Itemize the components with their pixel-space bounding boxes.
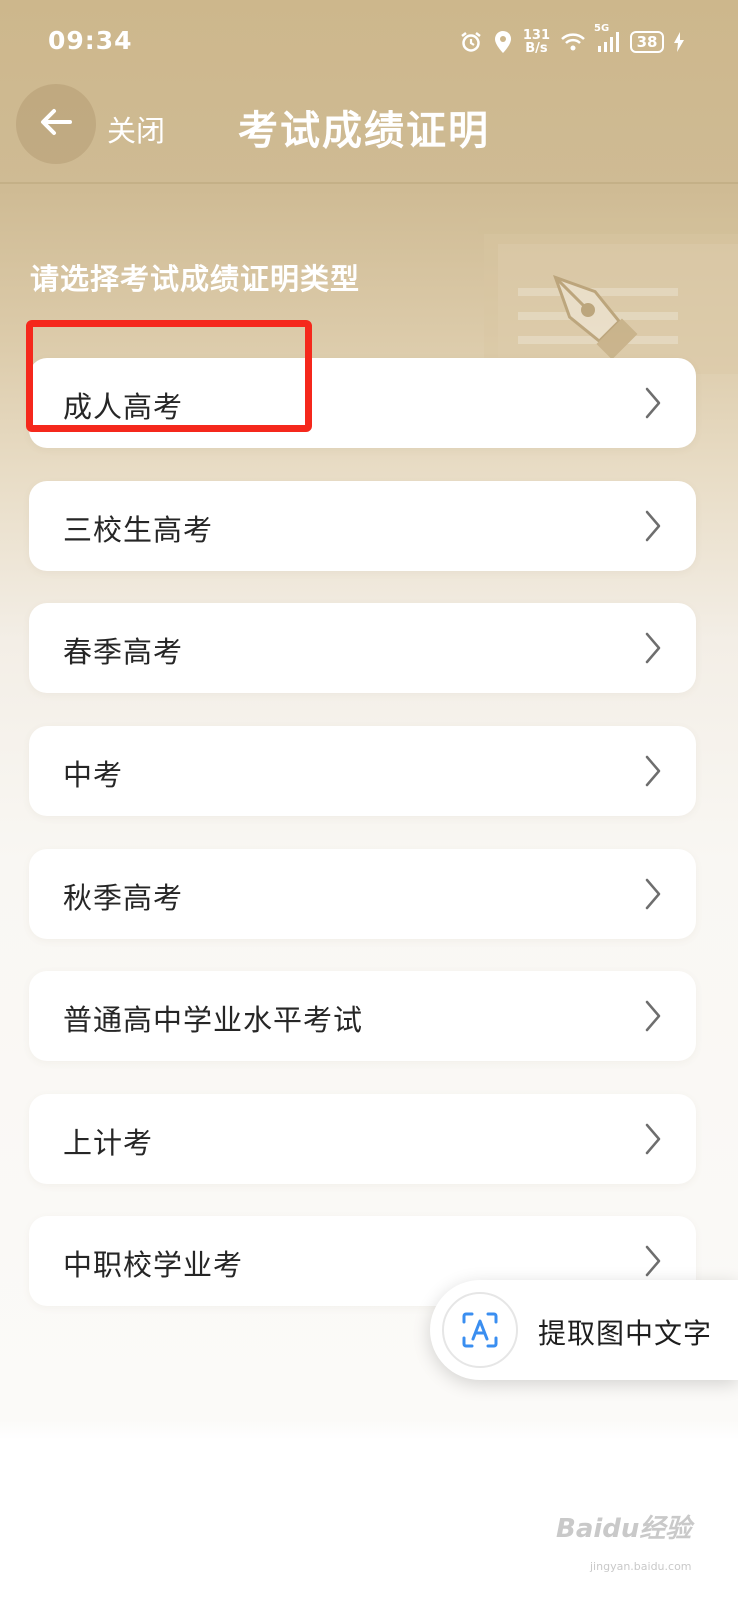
highlight-annotation-box [26, 320, 312, 432]
extract-text-button[interactable]: 提取图中文字 [430, 1280, 738, 1380]
certificate-pen-illustration [470, 210, 738, 380]
text-recognition-icon [442, 1292, 518, 1368]
option-label: 三校生高考 [63, 513, 214, 547]
alarm-icon [459, 30, 483, 54]
status-bar: 09:34 131 B/s 5G 38 [0, 0, 738, 84]
option-label: 秋季高考 [63, 881, 184, 915]
chevron-right-icon [645, 510, 661, 542]
battery-indicator: 38 [630, 31, 664, 53]
option-three-school-exam[interactable]: 三校生高考 [29, 481, 696, 571]
option-high-school-entrance-exam[interactable]: 中考 [29, 726, 696, 816]
close-button[interactable]: 关闭 [107, 108, 165, 150]
option-academic-proficiency-test[interactable]: 普通高中学业水平考试 [29, 971, 696, 1061]
page-title: 考试成绩证明 [238, 108, 490, 154]
back-button[interactable] [16, 84, 96, 164]
chevron-right-icon [645, 387, 661, 419]
cellular-signal-icon: 5G [594, 23, 620, 53]
chevron-right-icon [645, 1245, 661, 1277]
extract-text-label: 提取图中文字 [538, 1317, 713, 1350]
option-autumn-college-exam[interactable]: 秋季高考 [29, 849, 696, 939]
network-speed: 131 B/s [523, 29, 550, 55]
arrow-left-icon [36, 102, 76, 146]
baidu-watermark: Baidu经验 [556, 1514, 692, 1544]
option-label: 中职校学业考 [63, 1248, 244, 1282]
wifi-icon [560, 32, 586, 52]
chevron-right-icon [645, 755, 661, 787]
option-label: 春季高考 [63, 635, 184, 669]
option-label: 普通高中学业水平考试 [63, 1003, 364, 1037]
app-header: 关闭 考试成绩证明 [0, 84, 738, 184]
network-speed-unit: B/s [525, 41, 548, 56]
option-computer-exam[interactable]: 上计考 [29, 1094, 696, 1184]
option-label: 中考 [63, 758, 124, 792]
signal-label: 5G [594, 23, 610, 34]
status-time: 09:34 [48, 26, 133, 55]
charging-icon [674, 32, 684, 52]
selection-prompt: 请选择考试成绩证明类型 [30, 262, 361, 296]
header-divider [0, 182, 738, 184]
option-spring-college-exam[interactable]: 春季高考 [29, 603, 696, 693]
chevron-right-icon [645, 1123, 661, 1155]
baidu-watermark-url: jingyan.baidu.com [590, 1560, 692, 1573]
chevron-right-icon [645, 632, 661, 664]
chevron-right-icon [645, 878, 661, 910]
chevron-right-icon [645, 1000, 661, 1032]
status-icons: 131 B/s 5G 38 [459, 23, 684, 58]
location-icon [493, 30, 513, 54]
option-label: 上计考 [63, 1126, 154, 1160]
